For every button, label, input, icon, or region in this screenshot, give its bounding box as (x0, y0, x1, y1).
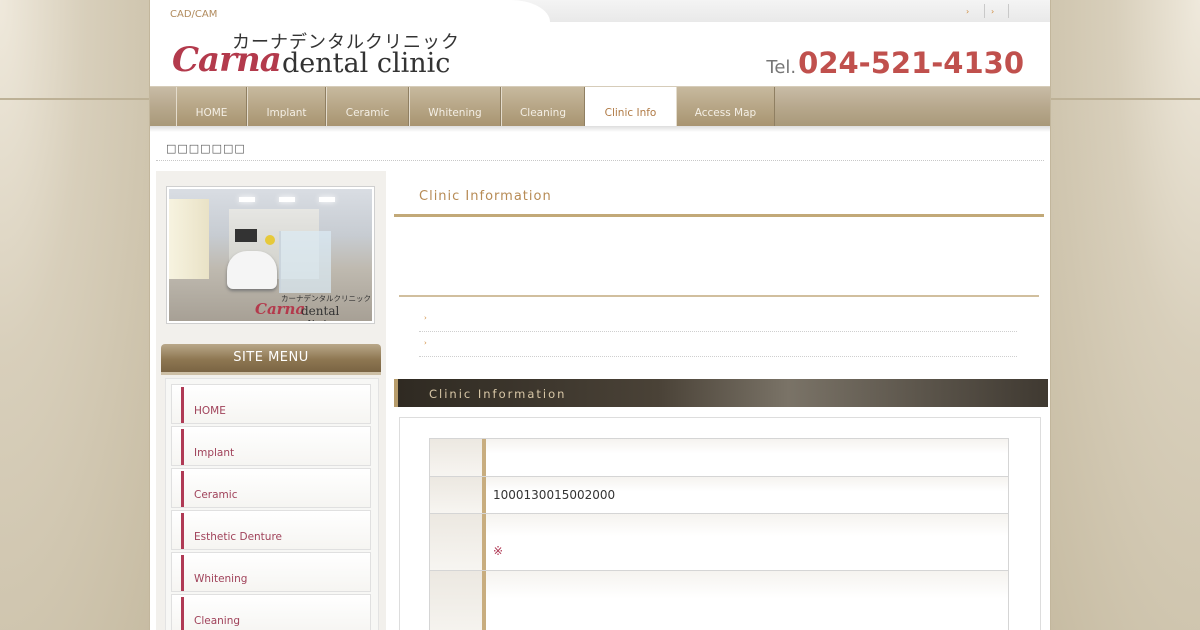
section-title: Clinic Information (429, 387, 567, 401)
arrow-icon: › (991, 6, 995, 16)
clinic-info-table: 1000130015002000 ※ (429, 438, 1009, 630)
arrow-icon: › (966, 6, 970, 16)
menu-item-whitening[interactable]: Whitening (171, 552, 371, 592)
top-link-3[interactable] (1008, 4, 1032, 18)
arrow-icon: › (424, 339, 427, 347)
site-logo[interactable]: カーナデンタルクリニック Carna dental clinic (170, 28, 470, 80)
menu-item-cleaning[interactable]: Cleaning (171, 594, 371, 630)
nav-clinic-info[interactable]: Clinic Info (585, 87, 676, 127)
top-link-1[interactable]: › (960, 4, 984, 18)
nav-access-map[interactable]: Access Map (676, 87, 775, 127)
table-row: 1000130015002000 (429, 476, 1009, 513)
table-row (429, 438, 1009, 476)
phone-number: Tel.024-521-4130 (766, 46, 1024, 80)
page-container: CAD/CAM › › カーナデンタルクリニック Carna dental cl… (150, 0, 1050, 630)
table-header-cell (430, 514, 486, 570)
title-underline (394, 214, 1044, 217)
tel-digits: 024-521-4130 (798, 46, 1024, 80)
table-row: ※ (429, 513, 1009, 570)
nav-whitening[interactable]: Whitening (409, 87, 501, 127)
table-row (429, 570, 1009, 630)
nav-ceramic[interactable]: Ceramic (326, 87, 409, 127)
nav-cleaning[interactable]: Cleaning (501, 87, 585, 127)
background-right (1050, 0, 1200, 630)
main-nav: HOME Implant Ceramic Whitening Cleaning … (150, 86, 1050, 128)
dental-chair (227, 251, 277, 289)
list-item[interactable]: › (419, 307, 1017, 332)
menu-item-esthetic-denture[interactable]: Esthetic Denture (171, 510, 371, 550)
nav-implant[interactable]: Implant (247, 87, 326, 127)
photo-caption-dental: dental clinic (301, 304, 340, 321)
menu-item-home[interactable]: HOME (171, 384, 371, 424)
clinic-photo-frame: カーナデンタルクリニック Carna dental clinic (166, 186, 375, 324)
clinic-photo: カーナデンタルクリニック Carna dental clinic (169, 189, 372, 321)
logo-dental-clinic: dental clinic (282, 48, 451, 79)
header-top-bar (150, 0, 1050, 22)
page-title: Clinic Information (419, 189, 552, 204)
table-note: ※ (493, 544, 504, 558)
tel-prefix: Tel. (766, 57, 797, 78)
table-header-cell (430, 477, 486, 513)
photo-caption-carna: Carna (255, 300, 306, 318)
divider (156, 160, 1044, 161)
divider (399, 295, 1039, 297)
menu-item-ceramic[interactable]: Ceramic (171, 468, 371, 508)
site-menu: HOME Implant Ceramic Esthetic Denture Wh… (165, 378, 379, 630)
menu-item-implant[interactable]: Implant (171, 426, 371, 466)
table-cell-id: 1000130015002000 (493, 488, 616, 502)
tagline: CAD/CAM (170, 9, 218, 20)
breadcrumb: □□□□□□□ (166, 142, 246, 155)
top-links: › › (960, 4, 1032, 18)
logo-carna: Carna (172, 40, 282, 80)
site-menu-heading: SITE MENU (161, 344, 381, 375)
main-content: Clinic Information › › Clinic Informatio… (394, 171, 1048, 630)
sidebar: カーナデンタルクリニック Carna dental clinic SITE ME… (156, 171, 386, 630)
header: CAD/CAM › › カーナデンタルクリニック Carna dental cl… (150, 0, 1050, 86)
top-link-2[interactable]: › (984, 4, 1008, 18)
section-header: Clinic Information (394, 379, 1048, 407)
clinic-info-panel: 1000130015002000 ※ (399, 417, 1041, 630)
table-header-cell (430, 571, 486, 630)
nav-home[interactable]: HOME (176, 87, 247, 127)
arrow-icon: › (424, 314, 427, 322)
background-left (0, 0, 150, 630)
list-item[interactable]: › (419, 332, 1017, 357)
table-header-cell (430, 439, 486, 476)
